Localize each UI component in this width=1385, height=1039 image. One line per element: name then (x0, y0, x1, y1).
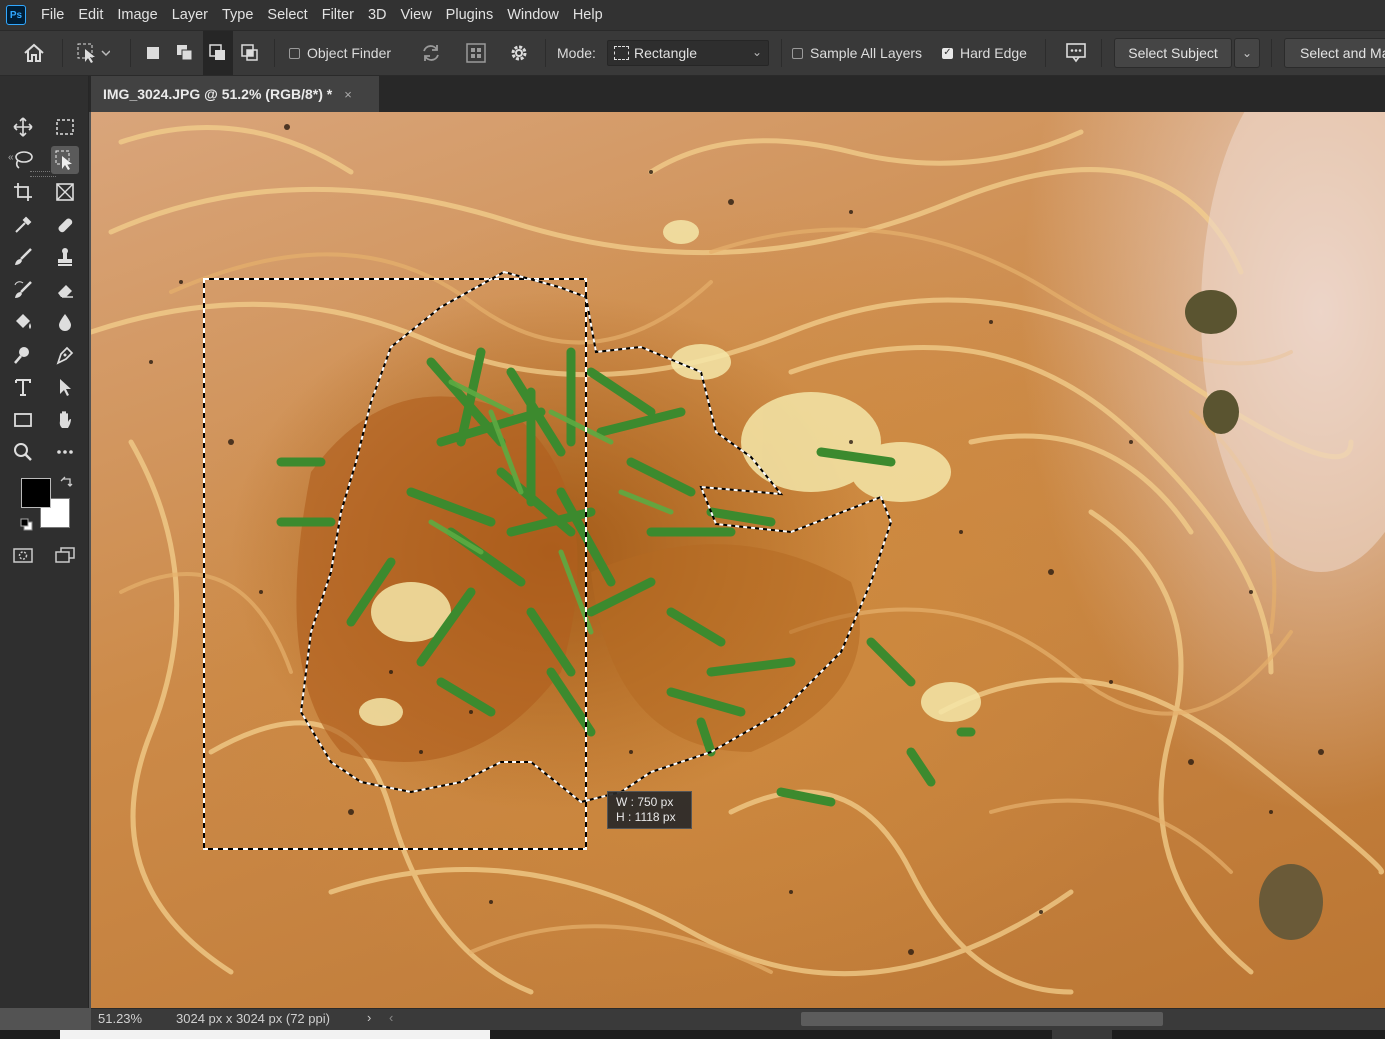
chevron-down-icon: ⌄ (751, 45, 762, 59)
move-icon[interactable] (9, 113, 37, 141)
os-taskbar (0, 1030, 1385, 1039)
dodge-icon[interactable] (9, 341, 37, 369)
menu-plugins[interactable]: Plugins (439, 0, 501, 30)
object-finder-toggle[interactable]: Object Finder (289, 31, 391, 75)
intersect-selection-icon[interactable] (240, 31, 260, 75)
document-canvas[interactable]: W : 750 px H : 1118 px (91, 112, 1385, 1008)
screen-mode-icon[interactable] (51, 541, 79, 569)
horizontal-scrollbar[interactable] (801, 1012, 1163, 1026)
options-bar: Object Finder Mode: Rectangle ⌄ Sample A… (0, 30, 1385, 76)
rectangle-mode-icon (614, 46, 629, 60)
pen-icon[interactable] (51, 341, 79, 369)
menu-file[interactable]: File (34, 0, 71, 30)
brush-icon[interactable] (9, 243, 37, 271)
sample-all-layers-toggle[interactable]: Sample All Layers (792, 31, 922, 75)
sample-all-layers-checkbox[interactable] (792, 47, 803, 59)
close-icon[interactable]: × (344, 87, 352, 102)
select-subject-label: Select Subject (1128, 45, 1218, 61)
object-finder-checkbox[interactable] (289, 47, 300, 59)
default-colors-icon[interactable] (20, 518, 34, 532)
zoom-level[interactable]: 51.23% (98, 1011, 142, 1026)
paint-bucket-icon[interactable] (9, 308, 37, 336)
object-selection-icon[interactable] (51, 146, 79, 174)
document-dimensions: 3024 px x 3024 px (72 ppi) (176, 1011, 330, 1026)
frame-icon[interactable] (51, 178, 79, 206)
foreground-color-swatch[interactable] (21, 478, 51, 508)
status-bar: 51.23% 3024 px x 3024 px (72 ppi) › ‹ (91, 1008, 1385, 1030)
rectangular-marquee-icon[interactable] (51, 113, 79, 141)
document-tab-bar: IMG_3024.JPG @ 51.2% (RGB/8*) * × (89, 76, 1385, 112)
menu-edit[interactable]: Edit (71, 0, 110, 30)
quick-mask-icon[interactable] (9, 541, 37, 569)
rectangle-icon[interactable] (9, 406, 37, 434)
chevron-down-icon: ⌄ (1241, 46, 1253, 60)
hard-edge-checkbox[interactable]: ✓ (942, 47, 953, 59)
menu-bar: Ps File Edit Image Layer Type Select Fil… (0, 0, 1385, 30)
mode-label: Mode: (557, 45, 596, 61)
feedback-icon[interactable] (1064, 31, 1088, 75)
tools-panel: « (0, 76, 89, 1008)
document-tab-title: IMG_3024.JPG @ 51.2% (RGB/8*) * (103, 86, 333, 102)
selection-height: H : 1118 px (616, 810, 676, 824)
sample-all-layers-label: Sample All Layers (810, 45, 923, 61)
scroll-left-icon[interactable]: ‹ (389, 1010, 393, 1025)
select-subject-button[interactable]: Select Subject (1114, 38, 1232, 68)
crop-icon[interactable] (9, 178, 37, 206)
menu-filter[interactable]: Filter (315, 0, 361, 30)
tool-preset-picker[interactable] (76, 31, 110, 75)
menu-view[interactable]: View (394, 0, 439, 30)
spot-healing-icon[interactable] (51, 211, 79, 239)
hard-edge-label: Hard Edge (960, 45, 1027, 61)
select-and-mask-label: Select and Ma (1300, 45, 1385, 61)
eraser-icon[interactable] (51, 276, 79, 304)
more-tools-icon[interactable] (51, 438, 79, 466)
document-tab[interactable]: IMG_3024.JPG @ 51.2% (RGB/8*) * × (91, 76, 379, 112)
eyedropper-icon[interactable] (9, 211, 37, 239)
hand-icon[interactable] (51, 406, 79, 434)
select-subject-dropdown[interactable]: ⌄ (1234, 38, 1260, 68)
menu-type[interactable]: Type (215, 0, 260, 30)
new-selection-icon[interactable] (145, 31, 161, 75)
refresh-icon[interactable] (420, 31, 442, 75)
menu-window[interactable]: Window (500, 0, 566, 30)
add-to-selection-icon[interactable] (175, 31, 195, 75)
menu-layer[interactable]: Layer (165, 0, 215, 30)
lasso-icon[interactable] (9, 146, 37, 174)
mode-value: Rectangle (634, 45, 698, 61)
object-selection-preset-icon (77, 43, 110, 63)
object-finder-label: Object Finder (307, 45, 392, 61)
settings-gear-icon[interactable] (508, 31, 530, 75)
photo-spaghetti (91, 112, 1385, 995)
select-and-mask-button[interactable]: Select and Ma (1284, 38, 1385, 68)
taskbar-item[interactable] (1052, 1030, 1112, 1039)
menu-image[interactable]: Image (110, 0, 164, 30)
photoshop-logo: Ps (6, 5, 26, 25)
hard-edge-toggle[interactable]: ✓ Hard Edge (942, 31, 1027, 75)
show-all-objects-icon[interactable] (465, 31, 487, 75)
subtract-from-selection-icon[interactable] (203, 31, 233, 75)
home-icon[interactable] (22, 31, 46, 75)
taskbar-window-preview[interactable] (60, 1030, 490, 1039)
chevron-right-icon[interactable]: › (367, 1010, 371, 1025)
selection-width: W : 750 px (616, 795, 674, 809)
type-icon[interactable] (9, 373, 37, 401)
zoom-icon[interactable] (9, 438, 37, 466)
selection-size-tooltip: W : 750 px H : 1118 px (607, 791, 692, 829)
mode-select[interactable]: Rectangle ⌄ (607, 40, 769, 66)
clone-stamp-icon[interactable] (51, 243, 79, 271)
swap-colors-icon[interactable] (60, 476, 74, 490)
menu-3d[interactable]: 3D (361, 0, 394, 30)
menu-help[interactable]: Help (566, 0, 610, 30)
path-selection-icon[interactable] (51, 373, 79, 401)
menu-select[interactable]: Select (260, 0, 314, 30)
blur-icon[interactable] (51, 308, 79, 336)
history-brush-icon[interactable] (9, 276, 37, 304)
